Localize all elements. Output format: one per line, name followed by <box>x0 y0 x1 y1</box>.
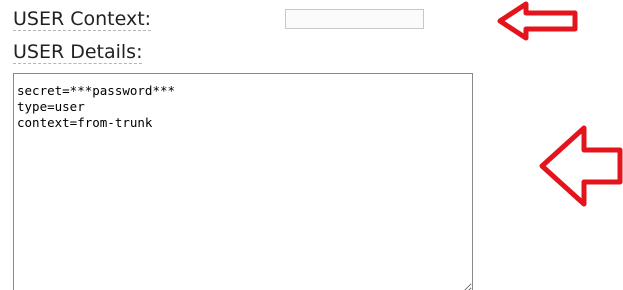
user-context-input[interactable] <box>285 9 424 29</box>
left-arrow-icon <box>497 1 578 41</box>
user-details-textarea[interactable]: secret=***password*** type=user context=… <box>13 73 473 290</box>
left-arrow-icon <box>539 125 623 207</box>
user-details-label: USER Details: <box>13 41 143 64</box>
user-context-label: USER Context: <box>13 8 152 31</box>
user-form: USER Context: USER Details: secret=***pa… <box>0 0 623 290</box>
